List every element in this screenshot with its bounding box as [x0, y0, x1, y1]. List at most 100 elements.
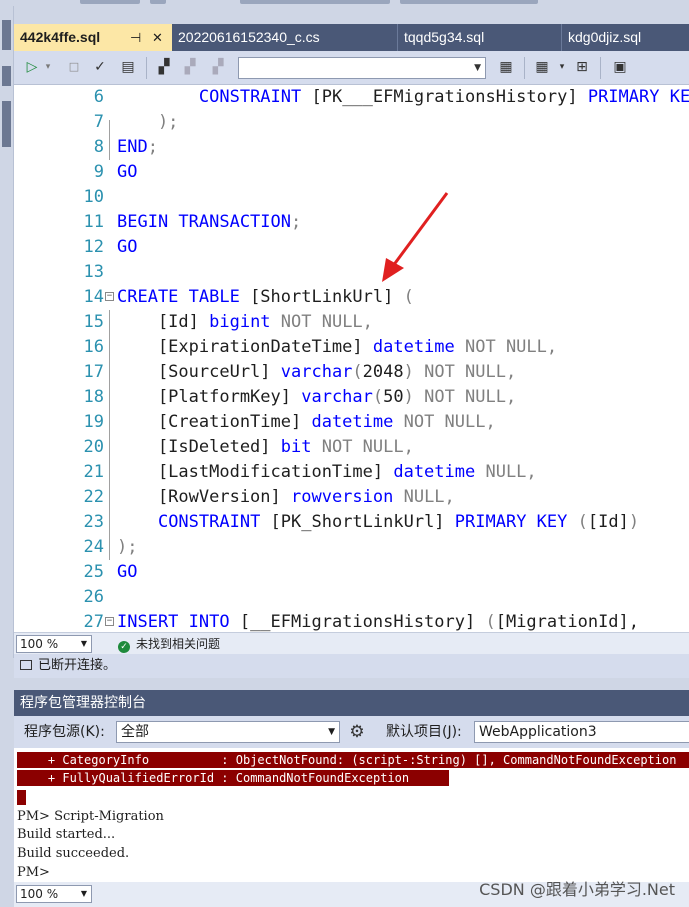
code-line[interactable]: 12 GO: [14, 235, 689, 260]
code-line[interactable]: 13: [14, 260, 689, 285]
chevron-down-icon[interactable]: ▾: [38, 57, 58, 77]
code-token: );: [117, 537, 138, 557]
code-token: rowversion: [291, 487, 394, 507]
toolbar-fragment: [400, 0, 538, 4]
code-token: NOT NULL,: [454, 337, 558, 357]
code-line[interactable]: 6 CONSTRAINT [PK___EFMigrationsHistory] …: [14, 85, 689, 110]
code-line[interactable]: 9 GO: [14, 160, 689, 185]
toolbar-fragment: [150, 0, 166, 4]
code-line[interactable]: 18 [PlatformKey] varchar(50) NOT NULL,: [14, 385, 689, 410]
tab-kdg0djiz-sql[interactable]: kdg0djiz.sql: [562, 24, 689, 51]
disconnect-icon[interactable]: ▞: [180, 57, 200, 77]
package-source-value: 全部: [121, 724, 149, 740]
collapse-icon[interactable]: −: [105, 292, 114, 301]
dock-tab-marker[interactable]: [2, 101, 11, 147]
toolbar-separator: [524, 57, 525, 79]
tab-20220616152340-c-cs[interactable]: 20220616152340_c.cs: [172, 24, 398, 51]
tab-442k4ffe-sql[interactable]: 442k4ffe.sql ⊣ ✕: [14, 24, 172, 51]
code-line[interactable]: 21 [LastModificationTime] datetime NULL,: [14, 460, 689, 485]
stop-icon[interactable]: □: [64, 57, 84, 77]
pm-console-output[interactable]: + CategoryInfo : ObjectNotFound: (script…: [14, 748, 689, 882]
code-token: [Id]: [117, 312, 210, 332]
code-token: 50: [383, 387, 404, 407]
plan-icon[interactable]: ⊞: [572, 57, 592, 77]
code-token: (: [352, 362, 363, 382]
database-select[interactable]: ▼: [238, 57, 486, 79]
code-token: NULL,: [475, 462, 537, 482]
change-connection-icon[interactable]: ▞: [208, 57, 228, 77]
tab-tqqd5g34-sql[interactable]: tqqd5g34.sql: [398, 24, 562, 51]
code-token: [PK_ShortLinkUrl]: [260, 512, 455, 532]
code-line[interactable]: 7 );: [14, 110, 689, 135]
code-token: (: [372, 387, 384, 407]
line-number: 24: [83, 537, 104, 557]
code-line[interactable]: 11 BEGIN TRANSACTION;: [14, 210, 689, 235]
package-source-select[interactable]: 全部 ▼: [116, 721, 340, 743]
database-icon[interactable]: ▦: [496, 57, 516, 77]
console-zoom-select[interactable]: 100 % ▼: [16, 885, 92, 903]
error-line: + CategoryInfo : ObjectNotFound: (script…: [17, 752, 689, 768]
chevron-down-icon: ▼: [80, 889, 87, 898]
code-token: CONSTRAINT: [157, 512, 261, 532]
line-number: 22: [83, 487, 104, 507]
code-line[interactable]: 19 [CreationTime] datetime NOT NULL,: [14, 410, 689, 435]
zoom-select[interactable]: 100 % ▼: [16, 635, 92, 653]
code-token: CONSTRAINT: [198, 87, 302, 107]
connect-icon[interactable]: ▞: [154, 57, 174, 77]
package-source-label: 程序包源(K):: [24, 724, 105, 740]
line-number: 25: [83, 562, 104, 582]
code-line[interactable]: 22 [RowVersion] rowversion NULL,: [14, 485, 689, 510]
sql-code-editor[interactable]: 6 CONSTRAINT [PK___EFMigrationsHistory] …: [14, 85, 689, 632]
code-token: NOT NULL,: [311, 437, 414, 457]
code-token: [SourceUrl]: [117, 362, 281, 382]
chevron-down-icon: ▼: [474, 63, 481, 73]
line-number: 6: [93, 87, 104, 107]
code-line[interactable]: 25 GO: [14, 560, 689, 585]
line-number: 14: [83, 287, 104, 307]
code-text: [RowVersion] rowversion NULL,: [117, 485, 455, 510]
gear-icon[interactable]: ⚙: [347, 722, 367, 742]
line-number: 10: [83, 187, 104, 207]
code-line[interactable]: 16 [ExpirationDateTime] datetime NOT NUL…: [14, 335, 689, 360]
tab-label: tqqd5g34.sql: [404, 29, 485, 45]
code-line[interactable]: 20 [IsDeleted] bit NOT NULL,: [14, 435, 689, 460]
close-icon[interactable]: ✕: [152, 24, 163, 51]
code-text: [CreationTime] datetime NOT NULL,: [117, 410, 496, 435]
left-dock-strip[interactable]: [0, 6, 14, 658]
properties-icon[interactable]: ▣: [610, 57, 630, 77]
chevron-down-icon[interactable]: ▾: [552, 57, 572, 77]
code-line[interactable]: 26: [14, 585, 689, 610]
check-icon[interactable]: ✓: [90, 57, 110, 77]
code-token: ): [628, 512, 640, 532]
dock-tab-marker[interactable]: [2, 66, 11, 86]
parse-icon[interactable]: ▤: [118, 57, 138, 77]
pin-icon[interactable]: ⊣: [130, 24, 141, 51]
code-line[interactable]: 10: [14, 185, 689, 210]
results-grid-icon[interactable]: ▦: [532, 57, 552, 77]
code-line[interactable]: 8 END;: [14, 135, 689, 160]
default-project-select[interactable]: WebApplication3: [474, 721, 689, 743]
document-tab-bar: 442k4ffe.sql ⊣ ✕ 20220616152340_c.cs tqq…: [14, 24, 689, 51]
code-line[interactable]: 17 [SourceUrl] varchar(2048) NOT NULL,: [14, 360, 689, 385]
code-line[interactable]: 14− CREATE TABLE [ShortLinkUrl] (: [14, 285, 689, 310]
dock-tab-marker[interactable]: [2, 20, 11, 50]
code-line[interactable]: 27− INSERT INTO [__EFMigrationsHistory] (…: [14, 610, 689, 632]
watermark-text: CSDN @跟着小弟学习.Net: [479, 880, 675, 899]
code-line[interactable]: 24);: [14, 535, 689, 560]
line-number: 15: [83, 312, 104, 332]
editor-status-bar: 100 % ▼ ✓ 未找到相关问题: [14, 632, 689, 654]
console-line: Build succeeded.: [17, 846, 130, 861]
code-line[interactable]: 23 CONSTRAINT [PK_ShortLinkUrl] PRIMARY …: [14, 510, 689, 535]
code-token: ) NOT NULL,: [403, 387, 517, 407]
code-token: [ShortLinkUrl]: [239, 287, 404, 307]
default-project-value: WebApplication3: [479, 724, 597, 740]
error-cursor-block: [17, 790, 26, 805]
code-line[interactable]: 15 [Id] bigint NOT NULL,: [14, 310, 689, 335]
code-token: PRIMARY KEY: [587, 87, 689, 107]
issues-indicator[interactable]: ✓ 未找到相关问题: [118, 635, 220, 653]
collapse-icon[interactable]: −: [105, 617, 114, 626]
code-token: CREATE TABLE: [117, 287, 240, 307]
code-token: (: [567, 512, 588, 532]
